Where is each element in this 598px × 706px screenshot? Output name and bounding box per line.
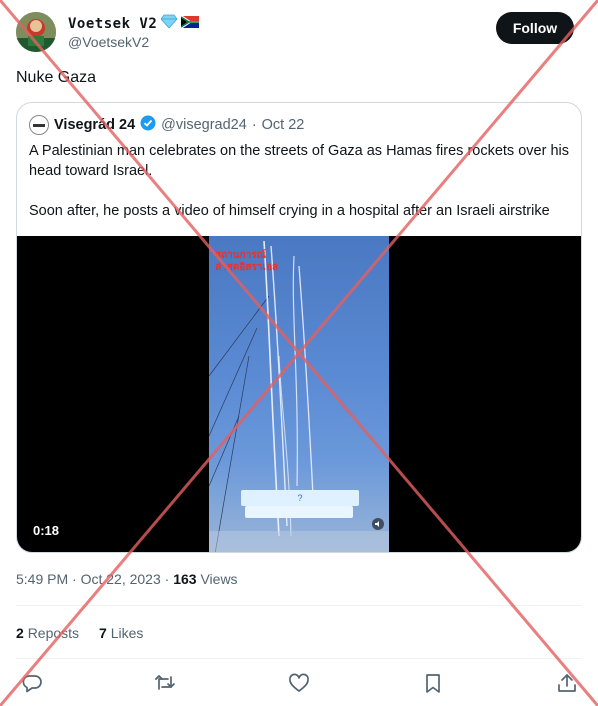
diamond-icon [160,14,178,33]
author-handle[interactable]: @VoetsekV2 [68,34,149,50]
south-africa-flag-icon [180,14,200,33]
author-name-row: Voetsek V2 [68,14,200,33]
views-count: 163 [173,571,197,587]
quoted-paragraph: A Palestinian man celebrates on the stre… [29,143,569,179]
author-avatar[interactable] [16,12,56,52]
share-icon[interactable] [556,672,578,694]
quoted-separator: · [251,117,257,133]
quoted-tweet-body: A Palestinian man celebrates on the stre… [29,141,574,221]
reply-icon[interactable] [21,672,43,694]
tweet-time[interactable]: 5:49 PM [16,571,68,587]
video-player[interactable]: สถานการณ์ ล่าสุดอิสราเอล ? 0:18 [17,236,581,552]
volume-icon[interactable] [372,517,384,530]
video-duration: 0:18 [33,523,60,538]
reposts-label: Reposts [27,625,80,641]
author-display-name[interactable]: Voetsek V2 [68,16,157,32]
engagement-stats: 2 Reposts 7 Likes [16,625,143,641]
video-caption: ? [241,490,359,506]
meta-separator: · [164,571,170,587]
quoted-date[interactable]: Oct 22 [262,117,305,133]
quoted-author-handle[interactable]: @visegrad24 [161,117,247,133]
verified-icon [140,115,156,135]
repost-icon[interactable] [154,672,176,694]
views-label: Views [200,571,238,587]
follow-button[interactable]: Follow [496,12,574,44]
divider [16,658,582,659]
likes-label: Likes [110,625,144,641]
reposts-count: 2 [16,625,24,641]
video-caption-line [245,506,353,518]
video-frame: สถานการณ์ ล่าสุดอิสราเอล ? [209,236,389,552]
likes-stat[interactable]: 7 Likes [99,625,143,641]
tweet-meta: 5:49 PM · Oct 22, 2023 · 163 Views [16,571,238,587]
meta-separator: · [72,571,77,587]
likes-count: 7 [99,625,107,641]
quoted-author-name[interactable]: Visegrád 24 [54,117,135,133]
quoted-author-avatar [29,115,49,135]
divider [16,605,582,606]
quoted-tweet-card[interactable]: Visegrád 24 @visegrad24 · Oct 22 A Pales… [16,102,582,553]
quoted-tweet-header: Visegrád 24 @visegrad24 · Oct 22 [29,115,304,135]
tweet-header: Voetsek V2 @VoetsekV2 Follow [16,12,582,56]
quoted-paragraph: Soon after, he posts a video of himself … [29,203,550,219]
action-bar [16,672,582,696]
tweet-text: Nuke Gaza [16,69,97,86]
tweet-date[interactable]: Oct 22, 2023 [81,571,161,587]
video-overlay-text: สถานการณ์ ล่าสุดอิสราเอล [215,250,278,273]
reposts-stat[interactable]: 2 Reposts [16,625,79,641]
like-icon[interactable] [288,672,310,694]
bookmark-icon[interactable] [422,672,444,694]
